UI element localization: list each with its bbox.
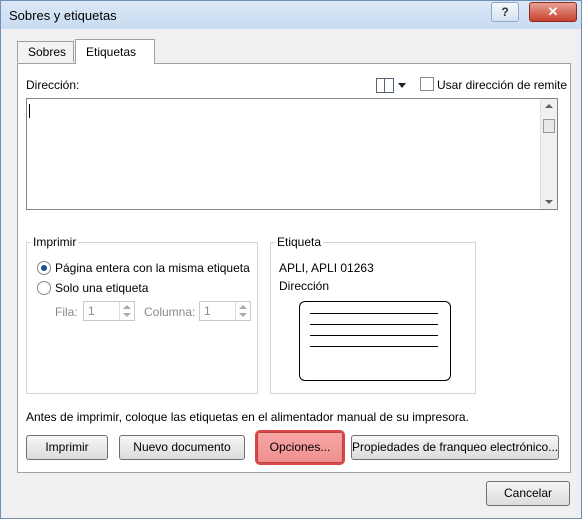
dialog-title: Sobres y etiquetas — [9, 8, 117, 23]
text-cursor — [29, 104, 30, 118]
radio-single-label[interactable] — [37, 281, 51, 295]
label-type: Dirección — [279, 279, 330, 293]
instruction-text: Antes de imprimir, coloque las etiquetas… — [26, 410, 469, 424]
label-product: APLI, APLI 01263 — [279, 261, 374, 275]
print-group-legend: Imprimir — [31, 235, 79, 249]
single-label-label: Solo una etiqueta — [55, 281, 149, 295]
scroll-up-icon[interactable] — [545, 104, 553, 108]
address-book-icon[interactable] — [376, 78, 394, 93]
help-button[interactable]: ? — [491, 2, 519, 22]
chevron-down-icon[interactable] — [398, 83, 406, 88]
label-group-legend: Etiqueta — [275, 235, 324, 249]
address-label: Dirección: — [26, 78, 80, 92]
chevron-up-icon[interactable] — [123, 305, 131, 309]
scroll-down-icon[interactable] — [545, 200, 553, 204]
label-group[interactable]: Etiqueta APLI, APLI 01263 Dirección — [270, 235, 476, 394]
preview-line — [310, 335, 438, 336]
row-stepper[interactable]: 1 — [83, 301, 135, 321]
use-return-address-label: Usar dirección de remite — [437, 78, 568, 92]
cancel-button[interactable]: Cancelar — [486, 481, 570, 506]
tab-etiquetas[interactable]: Etiquetas — [75, 39, 155, 64]
chevron-down-icon[interactable] — [239, 313, 247, 317]
labels-tab-panel: Dirección: Usar dirección de remite Impr… — [17, 63, 571, 473]
column-stepper[interactable]: 1 — [199, 301, 251, 321]
chevron-up-icon[interactable] — [239, 305, 247, 309]
radio-full-page[interactable] — [37, 261, 51, 275]
full-page-label: Página entera con la misma etiqueta — [55, 261, 250, 275]
address-textarea[interactable] — [26, 98, 558, 210]
row-value: 1 — [88, 304, 95, 318]
new-document-button[interactable]: Nuevo documento — [119, 435, 245, 460]
use-return-address-checkbox[interactable] — [420, 77, 434, 91]
row-stepper-buttons[interactable] — [119, 302, 134, 320]
options-button[interactable]: Opciones... — [257, 432, 343, 463]
preview-line — [310, 313, 438, 314]
envelopes-labels-dialog: Sobres y etiquetas ? ✕ Sobres Etiquetas … — [0, 0, 582, 519]
label-preview[interactable] — [299, 301, 451, 381]
column-label: Columna: — [144, 305, 196, 319]
print-button[interactable]: Imprimir — [26, 435, 108, 460]
address-scrollbar[interactable] — [540, 99, 557, 209]
column-stepper-buttons[interactable] — [235, 302, 250, 320]
print-group: Imprimir Página entera con la misma etiq… — [26, 235, 258, 394]
tab-sobres[interactable]: Sobres — [17, 41, 74, 62]
chevron-down-icon[interactable] — [123, 313, 131, 317]
preview-line — [310, 346, 438, 347]
close-button[interactable]: ✕ — [529, 2, 577, 22]
preview-line — [310, 324, 438, 325]
title-bar: Sobres y etiquetas ? ✕ — [1, 1, 581, 29]
scroll-thumb[interactable] — [543, 119, 555, 133]
column-value: 1 — [204, 304, 211, 318]
row-label: Fila: — [55, 305, 78, 319]
postage-properties-button[interactable]: Propiedades de franqueo electrónico... — [351, 435, 559, 460]
